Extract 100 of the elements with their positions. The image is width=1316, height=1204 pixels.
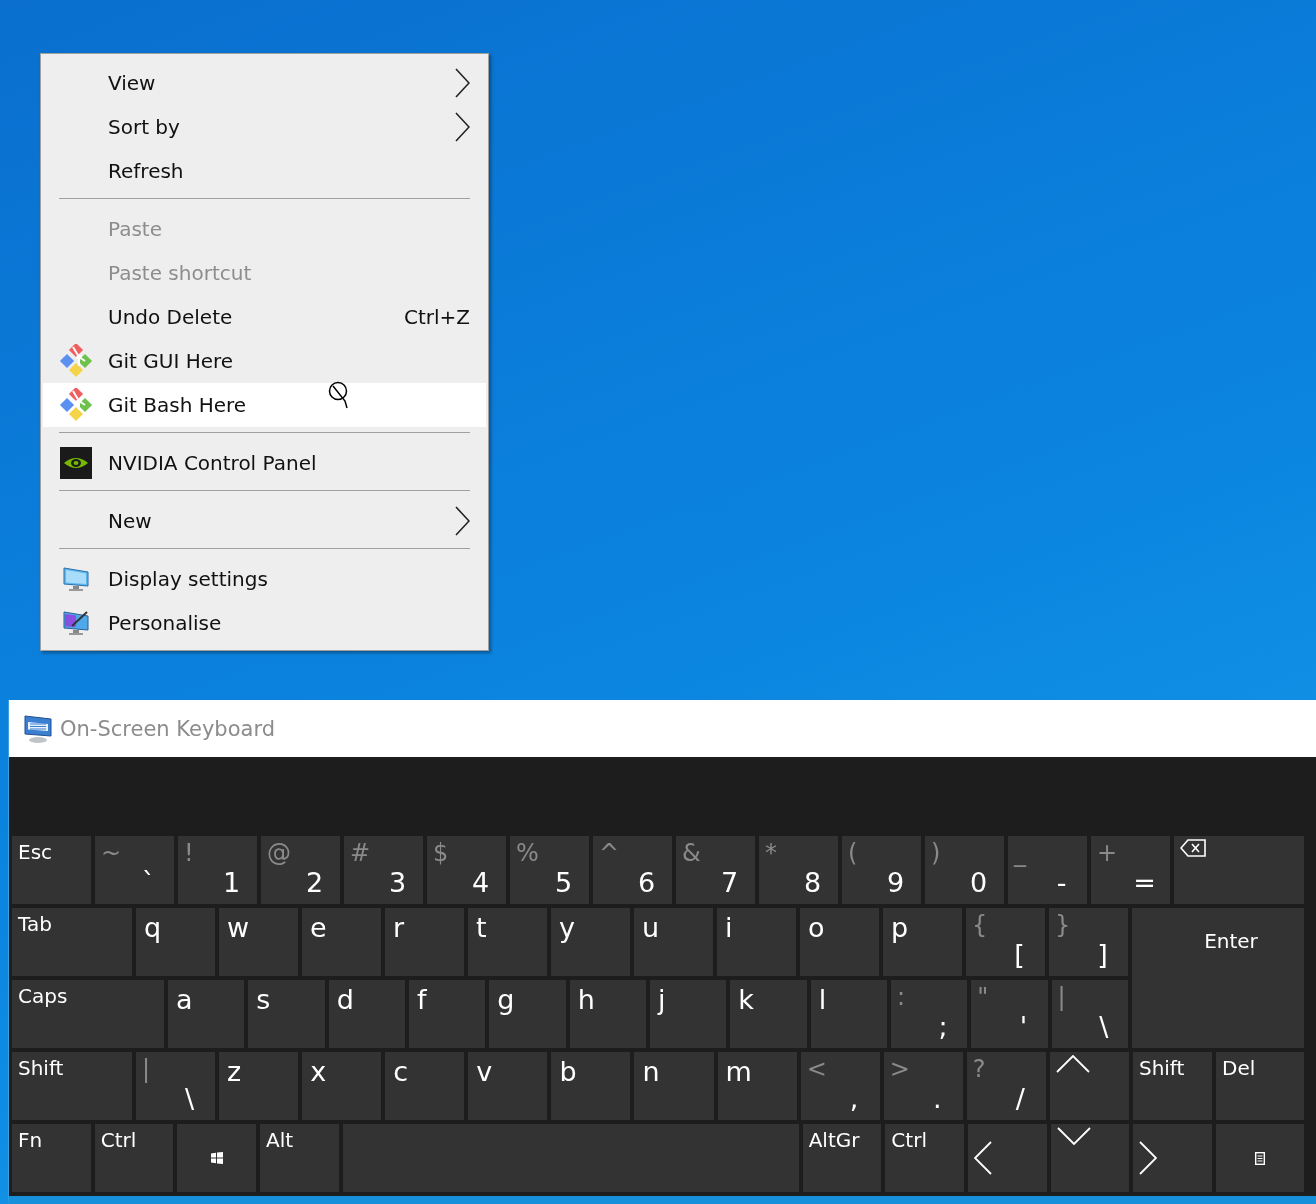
shift-legend: & [682,839,701,867]
eye-logo-icon [60,447,92,479]
keyboard-key[interactable]: @ 2 [261,836,340,904]
keyboard-key[interactable] [177,1124,256,1192]
menu-item[interactable]: Personalise [43,601,486,645]
keyboard-key[interactable]: ! 1 [178,836,257,904]
keyboard-key[interactable]: + = [1091,836,1170,904]
keyboard-key[interactable]: { [ [966,908,1045,976]
keyboard-key[interactable]: _ - [1008,836,1087,904]
shift-legend: | [142,1055,151,1083]
keyboard-key[interactable]: $ 4 [427,836,506,904]
keyboard-key[interactable]: p [883,908,962,976]
keyboard-key[interactable]: c [385,1052,465,1120]
keyboard-key[interactable]: g [489,980,566,1048]
chevron-up-icon [1055,1055,1090,1073]
menu-item-label: Undo Delete [108,305,233,329]
keyboard-key[interactable]: Alt [260,1124,339,1192]
keyboard-key[interactable]: j [649,980,727,1048]
keyboard-key[interactable]: Enter [1132,908,1304,1048]
shift-legend: | [1057,983,1066,1011]
keyboard-key[interactable]: Esc [12,836,91,904]
keyboard-key[interactable]: * 8 [759,836,838,904]
keyboard-key[interactable]: z [219,1052,299,1120]
keyboard-key[interactable]: # 3 [344,836,423,904]
keyboard-key[interactable]: n [634,1052,714,1120]
shift-legend: $ [433,839,449,867]
keyboard-key[interactable]: r [385,908,464,976]
chevron-right-icon [1139,1141,1158,1175]
menu-item[interactable]: Undo Delete Ctrl+Z [43,295,486,339]
keyboard-key[interactable]: Tab [12,908,132,976]
keyboard-key[interactable]: o [800,908,879,976]
menu-item[interactable]: Sort by [43,105,486,149]
keyboard-key[interactable]: x [302,1052,382,1120]
menu-item[interactable]: Refresh [43,149,486,193]
keyboard-key[interactable]: ? / [966,1052,1046,1120]
shortcut-text: Ctrl+Z [403,305,470,329]
menu-item[interactable]: Display settings [43,557,486,601]
keyboard-key[interactable]: : ; [890,980,968,1048]
menu-item[interactable]: Git Bash Here [43,383,486,427]
keyboard-key[interactable]: ) 0 [925,836,1004,904]
menu-item-label: Git GUI Here [108,349,234,373]
shift-legend: " [977,983,989,1011]
menu-item[interactable]: View [43,61,486,105]
keyboard-key[interactable]: y [551,908,630,976]
keyboard-key[interactable]: > . [883,1052,963,1120]
keyboard-key[interactable]: q [136,908,215,976]
menu-item[interactable]: Git GUI Here [43,339,486,383]
key-legend: [ [1014,939,1025,971]
keyboard-key[interactable]: " ' [971,980,1048,1048]
keyboard-key[interactable]: b [551,1052,631,1120]
key-legend: 3 [388,867,407,899]
menu-item-label: Refresh [108,159,184,183]
shift-legend: # [350,839,371,867]
menu-item[interactable]: NVIDIA Control Panel [43,441,486,485]
shift-legend: > [889,1055,910,1083]
keyboard-key[interactable]: Caps [12,980,164,1048]
keyboard-key[interactable]: w [219,908,298,976]
keyboard-key[interactable]: e [302,908,381,976]
keyboard-key[interactable]: h [569,980,646,1048]
monitor-icon [62,565,90,593]
keyboard-key[interactable]: m [717,1052,797,1120]
key-legend: 0 [969,867,988,899]
keyboard-key[interactable]: u [634,908,713,976]
key-legend: 5 [554,867,573,899]
menu-item-label: Git Bash Here [108,393,247,417]
key-legend: 4 [471,867,490,899]
menu-item-label: New [108,509,152,533]
keyboard-key[interactable]: Ctrl [94,1124,174,1192]
keyboard-key[interactable]: AltGr [802,1124,882,1192]
keyboard-key[interactable]: Fn [12,1124,91,1192]
keyboard-key[interactable]: & 7 [676,836,755,904]
keyboard-key[interactable] [1174,836,1304,904]
keyboard-key[interactable]: ~ ` [95,836,174,904]
keyboard-key[interactable]: i [717,908,796,976]
keyboard-key[interactable]: | \ [136,1052,216,1120]
keyboard-key[interactable]: < , [800,1052,880,1120]
keyboard-key[interactable]: ^ 6 [593,836,672,904]
git-icon [59,344,93,378]
keyboard-key[interactable]: t [468,908,547,976]
keyboard-key[interactable]: l [810,980,887,1048]
keyboard-key[interactable]: % 5 [510,836,589,904]
keyboard-key[interactable]: | \ [1051,980,1128,1048]
keyboard-key[interactable]: s [248,980,325,1048]
keyboard-key[interactable]: f [409,980,486,1048]
keyboard-key[interactable]: } ] [1049,908,1128,976]
keyboard-key[interactable]: Del [1216,1052,1304,1120]
keyboard-monitor-icon [22,713,54,744]
key-legend: ` [141,867,156,899]
key-legend: / [1015,1083,1025,1115]
keyboard-key[interactable]: v [468,1052,548,1120]
keyboard-key[interactable]: d [328,980,405,1048]
keyboard-key[interactable]: Ctrl [885,1124,965,1192]
key-legend: . [932,1083,942,1115]
keyboard-key[interactable]: Shift [1132,1052,1212,1120]
keyboard-key[interactable]: k [730,980,807,1048]
shift-legend: ( [848,839,858,867]
keyboard-key[interactable]: a [168,980,245,1048]
menu-item[interactable]: New [43,499,486,543]
keyboard-key[interactable]: ( 9 [842,836,921,904]
keyboard-key[interactable]: Shift [12,1052,132,1120]
